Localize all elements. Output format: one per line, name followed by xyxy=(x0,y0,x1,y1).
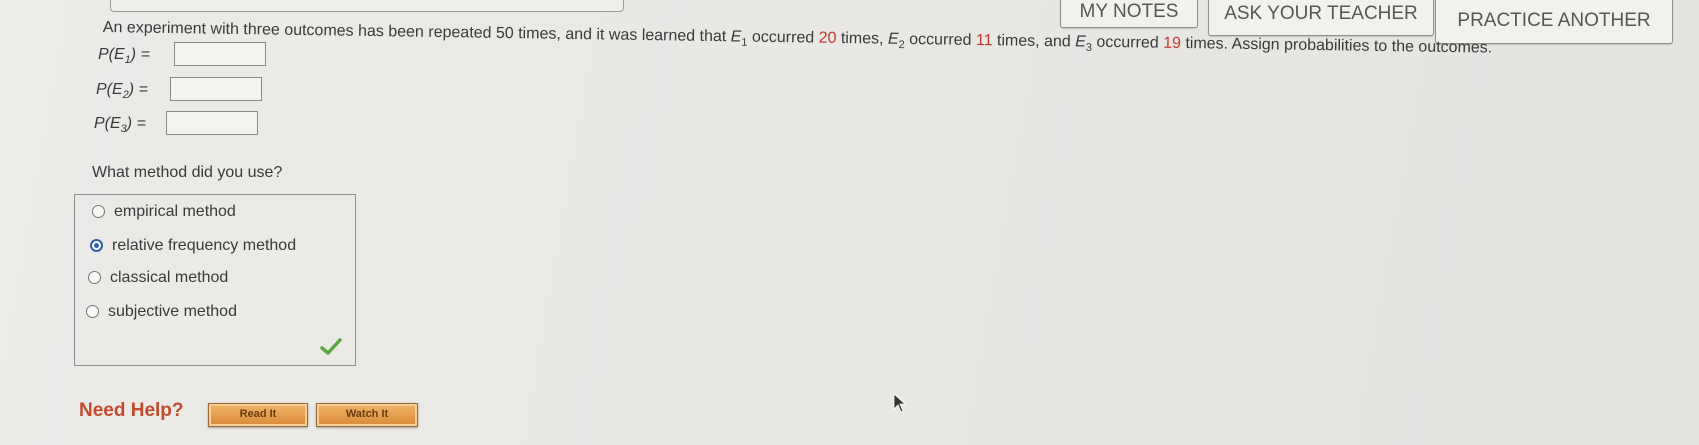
radio-classical[interactable] xyxy=(88,271,101,284)
question-part: times, xyxy=(836,29,889,48)
question-part: times. Assign probabilities to the outco… xyxy=(1180,34,1493,57)
option-label: subjective method xyxy=(108,303,237,320)
method-question: What method did you use? xyxy=(92,164,283,181)
option-label: empirical method xyxy=(114,203,236,220)
probability-label-e1: P(E1) = xyxy=(98,46,150,67)
ask-teacher-button[interactable]: ASK YOUR TEACHER xyxy=(1208,0,1434,36)
question-part: occurred xyxy=(1091,33,1164,52)
radio-relative-frequency[interactable] xyxy=(90,239,103,252)
question-part: occurred xyxy=(904,30,977,49)
radio-empirical[interactable] xyxy=(92,205,105,218)
probability-input-e3[interactable] xyxy=(166,111,258,135)
count-e3: 19 xyxy=(1163,34,1182,52)
count-e1: 20 xyxy=(818,29,837,47)
probability-label-e2: P(E2) = xyxy=(96,81,148,102)
check-icon xyxy=(320,338,342,355)
answer-box-previous xyxy=(110,0,624,12)
probability-label-e3: P(E3) = xyxy=(94,115,146,136)
mouse-cursor-icon xyxy=(893,393,907,413)
count-e2: 11 xyxy=(975,31,993,50)
event-e1: E xyxy=(730,28,742,46)
need-help-label: Need Help? xyxy=(79,400,184,421)
probability-input-e2[interactable] xyxy=(170,77,262,101)
event-e2: E xyxy=(887,30,899,48)
question-part: occurred xyxy=(747,28,819,47)
option-label: relative frequency method xyxy=(112,237,297,254)
read-it-button[interactable]: Read It xyxy=(208,403,308,427)
watch-it-button[interactable]: Watch It xyxy=(316,403,418,427)
event-e3: E xyxy=(1075,33,1087,51)
probability-input-e1[interactable] xyxy=(174,42,266,66)
radio-subjective[interactable] xyxy=(86,305,99,318)
my-notes-button[interactable]: MY NOTES xyxy=(1060,0,1198,28)
option-label: classical method xyxy=(110,269,229,286)
question-part: times, and xyxy=(992,32,1076,51)
page: MY NOTES ASK YOUR TEACHER PRACTICE ANOTH… xyxy=(0,0,1699,445)
